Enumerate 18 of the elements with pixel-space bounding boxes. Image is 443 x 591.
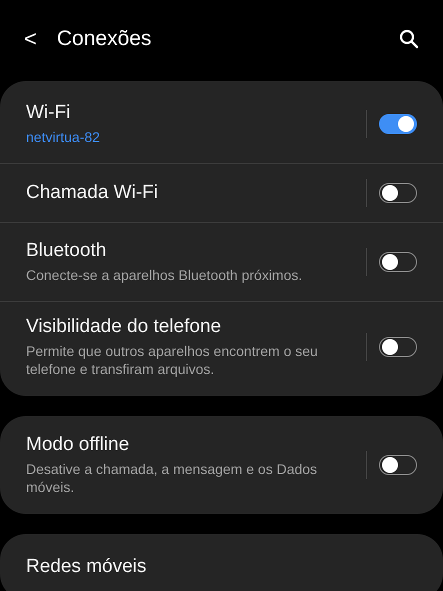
setting-title[interactable]: Chamada Wi-Fi <box>26 182 346 204</box>
setting-description: netvirtua-82 <box>26 128 101 146</box>
toggle-switch[interactable] <box>379 455 417 475</box>
toggle-switch[interactable] <box>379 337 417 357</box>
setting-title[interactable]: Visibilidade do telefone <box>26 316 346 338</box>
page-title: Conexões <box>56 27 152 51</box>
setting-description: Conecte-se a aparelhos Bluetooth próximos. <box>26 266 304 284</box>
search-icon[interactable] <box>399 29 419 49</box>
setting-description: Permite que outros aparelhos encontrem o seu telefone e transfiram arquivos. <box>26 342 319 378</box>
back-button[interactable]: < <box>24 26 37 52</box>
setting-title[interactable]: Redes móveis <box>26 556 397 578</box>
setting-title[interactable]: Modo offline <box>26 434 346 456</box>
setting-description: Desative a chamada, a mensagem e os Dados móveis. <box>26 460 318 496</box>
setting-title[interactable]: Bluetooth <box>26 240 346 262</box>
toggle-switch[interactable] <box>379 252 417 272</box>
setting-title[interactable]: Wi-Fi <box>26 102 346 124</box>
toggle-switch[interactable] <box>379 183 417 203</box>
toggle-switch[interactable] <box>379 114 417 134</box>
